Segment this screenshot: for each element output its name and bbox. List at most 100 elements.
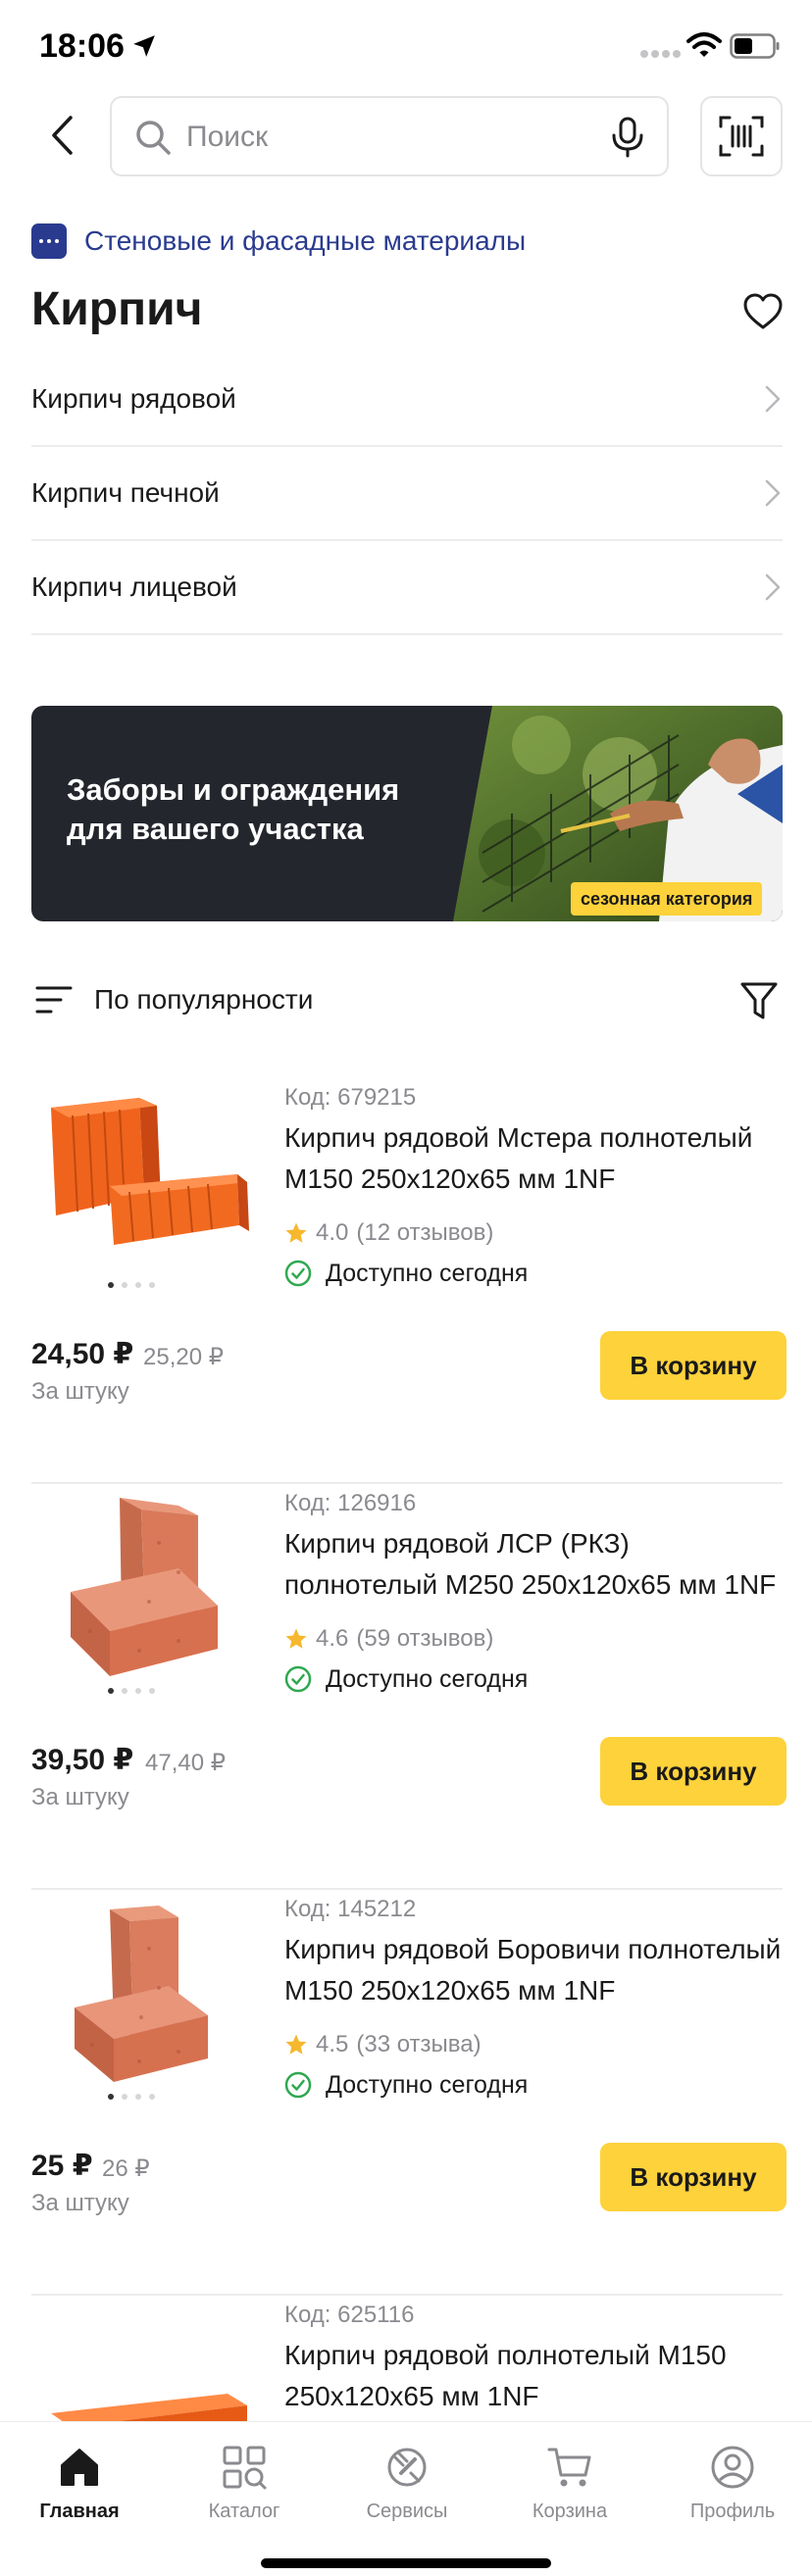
check-circle-icon — [284, 1260, 312, 1287]
review-count: (12 отзывов) — [356, 1219, 494, 1246]
product-image[interactable] — [31, 2296, 257, 2421]
chevron-left-icon — [52, 116, 73, 155]
chevron-right-icon — [765, 479, 781, 507]
location-arrow-icon — [133, 35, 155, 57]
rating-row[interactable]: 4.6 (59 отзывов) — [284, 1623, 493, 1655]
promo-line-2: для вашего участка — [67, 812, 364, 846]
nav-label: Сервисы — [366, 2501, 448, 2522]
search-box[interactable] — [110, 96, 669, 176]
wifi-icon — [686, 32, 722, 57]
add-to-cart-button[interactable]: В корзину — [600, 1737, 787, 1806]
product-name[interactable]: Кирпич рядовой Боровичи полнотелый М150 … — [284, 1929, 785, 2011]
search-input[interactable] — [186, 116, 598, 159]
product-code: Код: 145212 — [284, 1896, 417, 1922]
nav-label: Главная — [39, 2501, 120, 2522]
promo-line-1: Заборы и ограждения — [67, 772, 400, 807]
rating-value: 4.0 — [316, 1219, 349, 1246]
barcode-scan-button[interactable] — [700, 96, 783, 176]
availability-text: Доступно сегодня — [326, 2070, 529, 2099]
product-image[interactable] — [31, 1078, 257, 1304]
review-count: (59 отзывов) — [356, 1625, 494, 1652]
image-pagination — [82, 2094, 180, 2104]
home-indicator — [261, 2558, 551, 2568]
old-price: 25,20 ₽ — [143, 1344, 224, 1370]
nav-label: Профиль — [689, 2501, 776, 2522]
rating-value: 4.5 — [316, 2031, 349, 2057]
star-icon — [285, 2034, 307, 2055]
review-count: (33 отзыва) — [356, 2031, 482, 2057]
product-card[interactable]: Код: 126916 Кирпич рядовой ЛСР (РКЗ) пол… — [0, 1484, 812, 1890]
availability-row: Доступно сегодня — [284, 2068, 528, 2102]
profile-icon — [711, 2446, 754, 2489]
product-name[interactable]: Кирпич рядовой полнотелый М150 250х120х6… — [284, 2335, 785, 2417]
rating-value: 4.6 — [316, 1625, 349, 1652]
product-image[interactable] — [31, 1890, 257, 2115]
battery-icon — [730, 33, 780, 59]
product-code: Код: 625116 — [284, 2302, 415, 2328]
availability-row: Доступно сегодня — [284, 1257, 528, 1290]
rating-row[interactable]: 4.0 (12 отзывов) — [284, 1217, 493, 1249]
catalog-icon — [223, 2446, 267, 2490]
chevron-right-icon — [765, 573, 781, 601]
availability-row: Доступно сегодня — [284, 1662, 528, 1696]
product-card[interactable]: Код: 145212 Кирпич рядовой Боровичи полн… — [0, 1890, 812, 2296]
cellular-signal-icon — [640, 50, 681, 58]
image-pagination — [82, 1282, 180, 1292]
breadcrumb-more-icon — [31, 223, 67, 259]
promo-banner[interactable]: Заборы и ограждения для вашего участка с… — [31, 706, 783, 921]
old-price: 26 ₽ — [102, 2155, 150, 2182]
unit-label: За штуку — [31, 1378, 129, 1405]
filter-funnel-icon[interactable] — [739, 980, 779, 1021]
product-image[interactable] — [31, 1484, 257, 1709]
category-item-pechnoy[interactable]: Кирпич печной — [31, 447, 783, 541]
search-icon — [136, 121, 171, 155]
sort-row: По популярности — [31, 970, 783, 1029]
product-name[interactable]: Кирпич рядовой ЛСР (РКЗ) полнотелый М250… — [284, 1523, 785, 1606]
chevron-right-icon — [765, 385, 781, 413]
favorite-heart-icon[interactable] — [741, 290, 785, 333]
availability-text: Доступно сегодня — [326, 1664, 529, 1693]
nav-item-home[interactable]: Главная — [6, 2436, 153, 2544]
check-circle-icon — [284, 2071, 312, 2099]
nav-item-profile[interactable]: Профиль — [659, 2436, 806, 2544]
nav-item-cart[interactable]: Корзина — [496, 2436, 643, 2544]
promo-tag: сезонная категория — [571, 882, 763, 916]
product-card[interactable]: Код: 679215 Кирпич рядовой Мстера полнот… — [0, 1078, 812, 1484]
unit-label: За штуку — [31, 2190, 129, 2216]
breadcrumb[interactable]: Стеновые и фасадные материалы — [31, 222, 526, 261]
services-icon — [387, 2448, 427, 2487]
add-to-cart-button[interactable]: В корзину — [600, 1331, 787, 1400]
add-to-cart-button[interactable]: В корзину — [600, 2143, 787, 2211]
nav-label: Корзина — [532, 2501, 608, 2522]
status-bar: 18:06 — [0, 0, 812, 94]
nav-item-catalog[interactable]: Каталог — [171, 2436, 318, 2544]
bottom-navigation: Главная Каталог Сервисы Корзина Профиль — [0, 2421, 812, 2576]
sort-icon[interactable] — [35, 984, 73, 1016]
category-item-litsevoy[interactable]: Кирпич лицевой — [31, 541, 783, 635]
star-icon — [285, 1222, 307, 1243]
price: 24,50 ₽ — [31, 1338, 134, 1370]
star-icon — [285, 1628, 307, 1649]
category-list: Кирпич рядовой Кирпич печной Кирпич лице… — [31, 353, 783, 635]
unit-label: За штуку — [31, 1784, 129, 1810]
microphone-icon[interactable] — [608, 116, 647, 159]
old-price: 47,40 ₽ — [145, 1750, 226, 1776]
rating-row[interactable]: 4.5 (33 отзыва) — [284, 2029, 482, 2060]
promo-text: Заборы и ограждения для вашего участка — [67, 770, 479, 849]
price: 39,50 ₽ — [31, 1744, 134, 1776]
product-name[interactable]: Кирпич рядовой Мстера полнотелый М150 25… — [284, 1117, 785, 1200]
nav-item-services[interactable]: Сервисы — [333, 2436, 481, 2544]
price: 25 ₽ — [31, 2150, 93, 2182]
product-code: Код: 679215 — [284, 1084, 417, 1111]
category-label: Кирпич лицевой — [31, 571, 237, 602]
category-item-ryadovoy[interactable]: Кирпич рядовой — [31, 353, 783, 447]
sort-selector[interactable]: По популярности — [94, 984, 313, 1016]
product-card[interactable]: Код: 625116 Кирпич рядовой полнотелый М1… — [0, 2296, 812, 2421]
nav-label: Каталог — [208, 2501, 280, 2522]
check-circle-icon — [284, 1665, 312, 1693]
back-button[interactable] — [39, 108, 84, 163]
category-label: Кирпич рядовой — [31, 383, 236, 414]
product-code: Код: 126916 — [284, 1490, 417, 1516]
breadcrumb-link[interactable]: Стеновые и фасадные материалы — [84, 225, 526, 257]
image-pagination — [82, 1688, 180, 1698]
